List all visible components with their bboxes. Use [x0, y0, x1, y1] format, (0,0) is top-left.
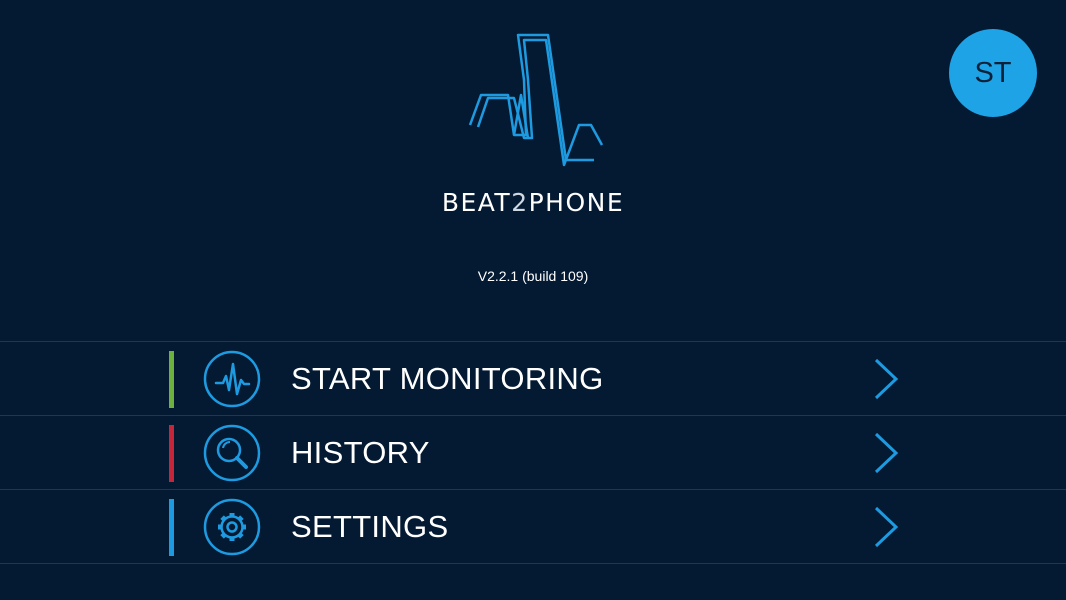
- chevron-right-icon: [874, 506, 899, 548]
- accent-bar-green: [169, 351, 174, 408]
- chevron-right-icon: [874, 432, 899, 474]
- menu-label-settings: SETTINGS: [291, 509, 449, 544]
- brand-wordmark-right: PHONE: [528, 188, 625, 217]
- user-avatar-button[interactable]: ST: [949, 29, 1037, 117]
- brand-wordmark-left: BEAT: [441, 188, 512, 217]
- gear-icon: [203, 498, 261, 556]
- chevron-right-icon: [874, 358, 899, 400]
- beat2phone-logo: [468, 33, 604, 167]
- heartbeat-icon: [203, 350, 261, 408]
- magnifier-icon: [203, 424, 261, 482]
- menu-item-settings[interactable]: SETTINGS: [0, 490, 1066, 564]
- menu-item-history[interactable]: HISTORY: [0, 416, 1066, 490]
- menu-label-start-monitoring: START MONITORING: [291, 361, 604, 396]
- brand-wordmark-heart: 2: [511, 188, 529, 217]
- version-label: V2.2.1 (build 109): [477, 268, 589, 284]
- main-menu: START MONITORING HISTORY SETTINGS: [0, 341, 1066, 564]
- menu-label-history: HISTORY: [291, 435, 430, 470]
- brand-wordmark: BEAT2PHONE: [0, 188, 1066, 217]
- accent-bar-blue: [169, 499, 174, 556]
- accent-bar-red: [169, 425, 174, 482]
- menu-item-start-monitoring[interactable]: START MONITORING: [0, 342, 1066, 416]
- avatar-initials: ST: [974, 56, 1012, 89]
